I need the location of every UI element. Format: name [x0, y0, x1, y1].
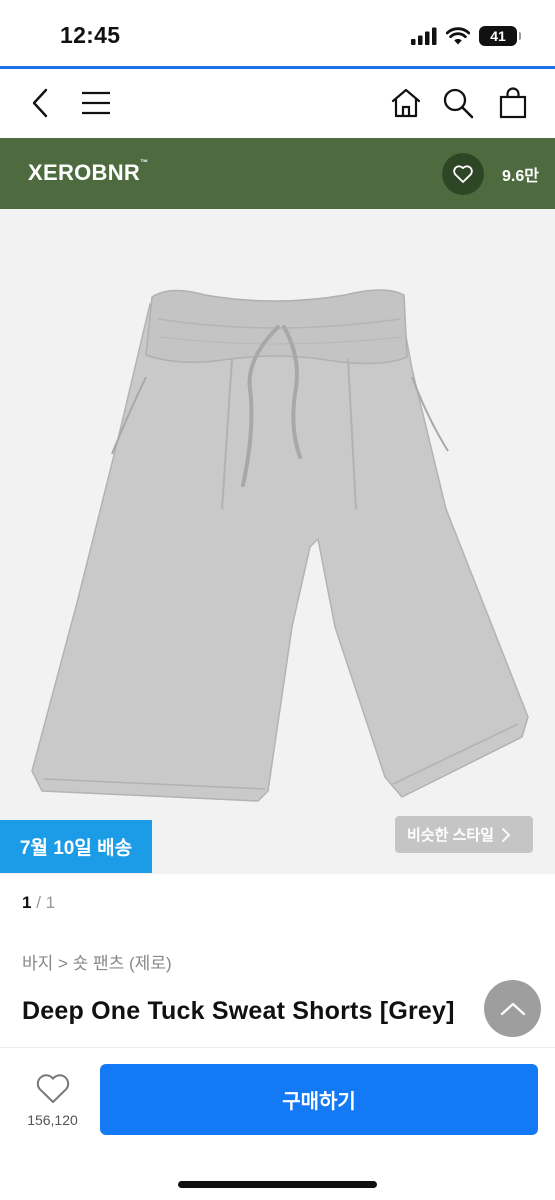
chevron-up-icon — [500, 1002, 525, 1015]
cellular-signal-icon — [411, 27, 437, 45]
image-page-indicator: 1 / 1 — [22, 893, 55, 913]
chevron-right-icon — [502, 827, 510, 842]
hamburger-menu-icon — [82, 91, 110, 115]
search-icon — [443, 88, 474, 119]
search-button[interactable] — [438, 83, 478, 123]
similar-style-label: 비슷한 스타일 — [407, 827, 494, 844]
brand-like-button[interactable] — [442, 153, 484, 195]
grey-sweat-shorts — [31, 289, 529, 802]
status-bar: 12:45 41 — [0, 0, 555, 66]
heart-outline-icon — [36, 1074, 70, 1103]
status-time: 12:45 — [60, 22, 121, 48]
back-button[interactable] — [20, 83, 60, 123]
shopping-bag-icon — [499, 87, 527, 119]
product-like-count: 156,120 — [27, 1112, 78, 1128]
brand-trademark: ™ — [140, 158, 149, 167]
cart-button[interactable] — [493, 83, 533, 123]
brand-name[interactable]: XEROBNR™ — [28, 158, 149, 186]
delivery-date-badge: 7월 10일 배송 — [0, 820, 152, 873]
page-separator: / — [36, 893, 41, 912]
nav-bar — [0, 69, 555, 138]
battery-icon: 41 — [479, 26, 521, 46]
category-breadcrumb[interactable]: 바지 > 숏 팬츠 (제로) — [22, 949, 172, 974]
home-indicator — [178, 1181, 377, 1188]
status-icons: 41 — [411, 24, 521, 48]
page-current: 1 — [22, 893, 32, 912]
product-title: Deep One Tuck Sweat Shorts [Grey] — [22, 997, 455, 1025]
product-like-button[interactable]: 156,120 — [20, 1072, 85, 1132]
page-total: 1 — [45, 893, 56, 912]
buy-button[interactable]: 구매하기 — [100, 1064, 538, 1135]
product-image[interactable] — [0, 209, 555, 874]
heart-icon — [453, 165, 473, 183]
menu-button[interactable] — [76, 83, 116, 123]
brand-like-count: 9.6만 — [502, 168, 539, 185]
wifi-icon — [446, 27, 470, 45]
home-button[interactable] — [386, 83, 426, 123]
brand-name-text: XEROBNR — [28, 160, 141, 185]
similar-style-button[interactable]: 비슷한 스타일 — [395, 816, 533, 853]
scroll-to-top-button[interactable] — [484, 980, 541, 1037]
back-chevron-icon — [32, 88, 48, 118]
home-icon — [391, 88, 421, 118]
